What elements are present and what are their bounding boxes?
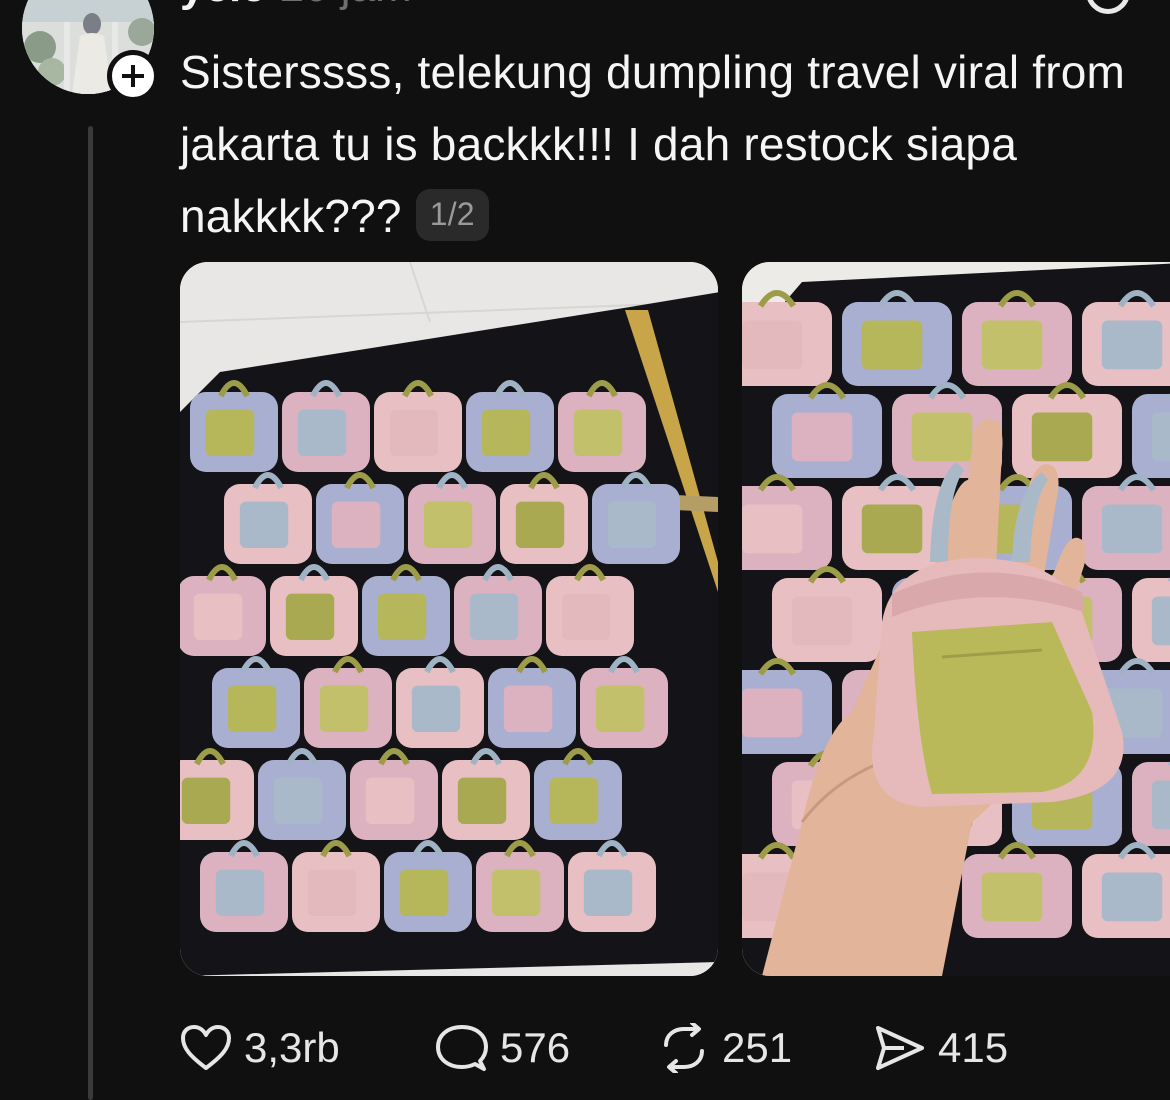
share-icon (876, 1026, 924, 1070)
comment-icon (436, 1025, 488, 1071)
like-count: 3,3rb (244, 1024, 340, 1071)
post-time: 20 jam (280, 0, 412, 10)
reply-count: 576 (500, 1024, 571, 1071)
post-image-1[interactable] (180, 262, 718, 976)
repost-icon (664, 1023, 704, 1073)
image-counter: 1/2 (415, 188, 489, 241)
repost-button[interactable]: 251 (658, 1018, 792, 1078)
thread-line (88, 126, 93, 1100)
share-count: 415 (938, 1024, 1009, 1071)
post-body: Sisterssss, telekung dumpling travel vir… (180, 36, 1140, 252)
post-header: yele 20 jam (180, 0, 412, 10)
reply-button[interactable]: 576 (436, 1018, 570, 1078)
username[interactable]: yele (180, 0, 266, 10)
share-button[interactable]: 415 (874, 1018, 1008, 1078)
post-text: Sisterssss, telekung dumpling travel vir… (180, 46, 1126, 242)
plus-icon (122, 65, 144, 87)
like-button[interactable]: 3,3rb (180, 1018, 340, 1078)
more-options-icon[interactable] (1086, 0, 1130, 14)
post-image-2[interactable] (742, 262, 1170, 976)
heart-icon (181, 1025, 231, 1070)
repost-count: 251 (722, 1024, 793, 1071)
follow-button[interactable] (107, 50, 159, 102)
